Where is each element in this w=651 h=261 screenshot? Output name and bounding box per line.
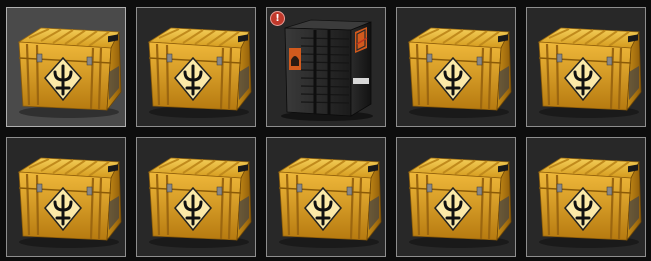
inventory-slot[interactable]: [6, 7, 126, 127]
gold-weapon-case-icon: [147, 26, 253, 120]
gold-weapon-case-icon: [537, 26, 643, 120]
inventory-slot[interactable]: [526, 137, 646, 257]
inventory-grid: !: [6, 7, 647, 259]
gold-weapon-case-icon: [407, 156, 513, 250]
inventory-slot[interactable]: [6, 137, 126, 257]
gold-weapon-case-icon: [407, 26, 513, 120]
gold-weapon-case-icon: [277, 156, 383, 250]
inventory-slot[interactable]: [526, 7, 646, 127]
inventory-slot[interactable]: [136, 137, 256, 257]
gold-weapon-case-icon: [17, 156, 123, 250]
gold-weapon-case-icon: [147, 156, 253, 250]
inventory-slot[interactable]: !: [266, 7, 386, 127]
inventory-slot[interactable]: [136, 7, 256, 127]
black-case-icon: [279, 18, 375, 123]
gold-weapon-case-icon: [537, 156, 643, 250]
inventory-slot[interactable]: [266, 137, 386, 257]
inventory-slot[interactable]: [396, 7, 516, 127]
gold-weapon-case-icon: [17, 26, 123, 120]
inventory-slot[interactable]: [396, 137, 516, 257]
alert-badge-icon: !: [270, 11, 285, 26]
